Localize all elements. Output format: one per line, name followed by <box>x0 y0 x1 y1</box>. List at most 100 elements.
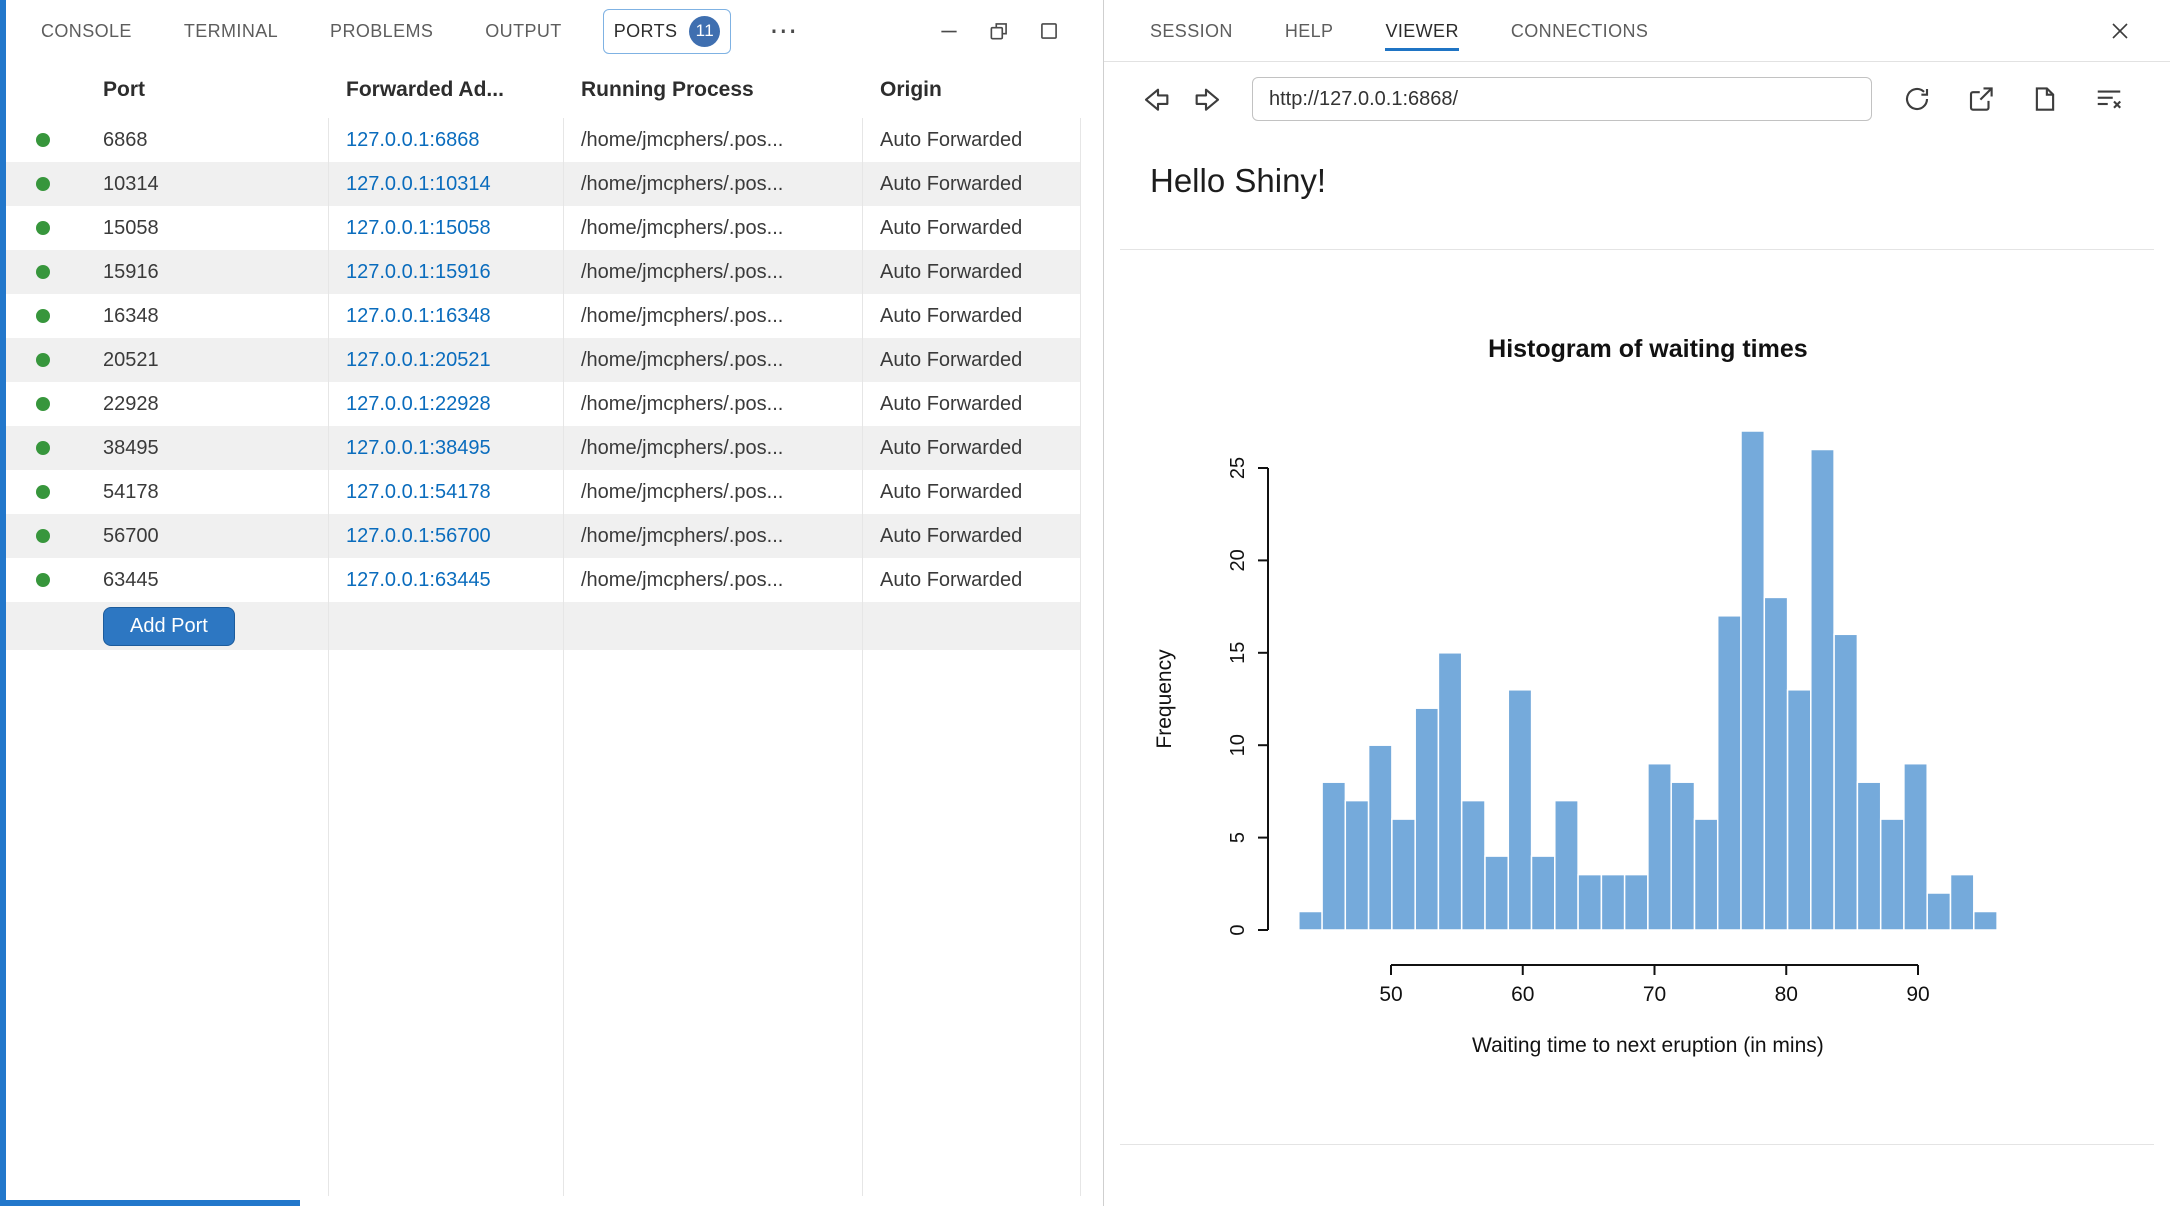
histogram-bar <box>1904 764 1927 930</box>
forwarded-address-link[interactable]: 127.0.0.1:10314 <box>328 173 563 196</box>
maximize-icon <box>1037 19 1061 43</box>
table-row[interactable]: 16348 127.0.0.1:16348 /home/jmcphers/.po… <box>0 294 1080 338</box>
clear-button[interactable] <box>2094 84 2124 114</box>
restore-icon <box>987 19 1011 43</box>
histogram-bar <box>1741 431 1764 930</box>
histogram-bar <box>1788 690 1811 930</box>
forwarded-address-link[interactable]: 127.0.0.1:20521 <box>328 349 563 372</box>
back-button[interactable] <box>1140 83 1172 115</box>
column-divider <box>563 118 564 1196</box>
minimize-button[interactable] <box>937 19 961 43</box>
table-row[interactable]: 63445 127.0.0.1:63445 /home/jmcphers/.po… <box>0 558 1080 602</box>
tab-ports[interactable]: PORTS 11 <box>603 9 732 54</box>
col-header-running-process: Running Process <box>563 78 862 102</box>
running-process-cell: /home/jmcphers/.pos... <box>563 305 862 328</box>
origin-cell: Auto Forwarded <box>862 393 1080 416</box>
running-process-cell: /home/jmcphers/.pos... <box>563 437 862 460</box>
panel-focus-border-left <box>0 0 6 1206</box>
table-row[interactable]: 22928 127.0.0.1:22928 /home/jmcphers/.po… <box>0 382 1080 426</box>
histogram-bar <box>1532 856 1555 930</box>
add-port-button[interactable]: Add Port <box>103 607 235 646</box>
histogram-bar <box>1881 819 1904 930</box>
open-editor-button[interactable] <box>2030 84 2060 114</box>
tab-console[interactable]: CONSOLE <box>30 14 143 49</box>
open-in-editor-icon <box>2030 84 2060 114</box>
y-axis-label: Frequency <box>1153 649 1176 749</box>
tab-help[interactable]: HELP <box>1285 11 1334 51</box>
forwarded-address-link[interactable]: 127.0.0.1:6868 <box>328 129 563 152</box>
table-row[interactable]: 15058 127.0.0.1:15058 /home/jmcphers/.po… <box>0 206 1080 250</box>
ellipsis-icon: ⋯ <box>769 14 797 47</box>
forwarded-address-link[interactable]: 127.0.0.1:15058 <box>328 217 563 240</box>
table-row[interactable]: 20521 127.0.0.1:20521 /home/jmcphers/.po… <box>0 338 1080 382</box>
port-cell: 10314 <box>85 173 328 196</box>
port-cell: 15916 <box>85 261 328 284</box>
table-row[interactable]: 38495 127.0.0.1:38495 /home/jmcphers/.po… <box>0 426 1080 470</box>
forwarded-address-link[interactable]: 127.0.0.1:16348 <box>328 305 563 328</box>
forwarded-address-link[interactable]: 127.0.0.1:15916 <box>328 261 563 284</box>
table-row[interactable]: 6868 127.0.0.1:6868 /home/jmcphers/.pos.… <box>0 118 1080 162</box>
port-active-dot-icon <box>36 177 50 191</box>
maximize-button[interactable] <box>1037 19 1061 43</box>
refresh-button[interactable] <box>1902 84 1932 114</box>
histogram-bar <box>1834 634 1857 930</box>
ports-table-body: 6868 127.0.0.1:6868 /home/jmcphers/.pos.… <box>0 118 1103 602</box>
y-tick-label: 15 <box>1227 642 1249 664</box>
histogram-bar <box>1811 450 1834 931</box>
forwarded-address-link[interactable]: 127.0.0.1:22928 <box>328 393 563 416</box>
forwarded-address-link[interactable]: 127.0.0.1:63445 <box>328 569 563 592</box>
tab-connections[interactable]: CONNECTIONS <box>1511 11 1648 51</box>
y-tick-label: 10 <box>1227 734 1249 756</box>
tab-ports-label: PORTS <box>614 21 678 42</box>
tab-problems[interactable]: PROBLEMS <box>319 14 444 49</box>
url-input[interactable] <box>1252 77 1872 121</box>
origin-cell: Auto Forwarded <box>862 569 1080 592</box>
forwarded-address-link[interactable]: 127.0.0.1:56700 <box>328 525 563 548</box>
close-panel-button[interactable] <box>2108 19 2132 43</box>
histogram-bar <box>1764 597 1787 930</box>
running-process-cell: /home/jmcphers/.pos... <box>563 569 862 592</box>
minimize-icon <box>937 19 961 43</box>
table-row[interactable]: 15916 127.0.0.1:15916 /home/jmcphers/.po… <box>0 250 1080 294</box>
port-cell: 20521 <box>85 349 328 372</box>
tab-terminal[interactable]: TERMINAL <box>173 14 289 49</box>
port-cell: 56700 <box>85 525 328 548</box>
histogram-bar <box>1322 782 1345 930</box>
port-cell: 54178 <box>85 481 328 504</box>
ports-panel: CONSOLE TERMINAL PROBLEMS OUTPUT PORTS 1… <box>0 0 1103 1206</box>
more-actions-button[interactable]: ⋯ <box>761 17 805 45</box>
running-process-cell: /home/jmcphers/.pos... <box>563 525 862 548</box>
histogram-bar <box>1648 764 1671 930</box>
table-row[interactable]: 54178 127.0.0.1:54178 /home/jmcphers/.po… <box>0 470 1080 514</box>
forwarded-address-link[interactable]: 127.0.0.1:54178 <box>328 481 563 504</box>
histogram-bar <box>1555 801 1578 930</box>
table-row[interactable]: 10314 127.0.0.1:10314 /home/jmcphers/.po… <box>0 162 1080 206</box>
panel-focus-border-bottom <box>0 1200 300 1206</box>
port-active-dot-icon <box>36 221 50 235</box>
column-divider <box>1080 118 1081 1196</box>
open-external-button[interactable] <box>1966 84 1996 114</box>
forward-button[interactable] <box>1192 83 1224 115</box>
col-header-port: Port <box>85 78 328 102</box>
histogram-bar <box>1578 875 1601 930</box>
histogram-bar <box>1508 690 1531 930</box>
restore-button[interactable] <box>987 19 1011 43</box>
table-row[interactable]: 56700 127.0.0.1:56700 /home/jmcphers/.po… <box>0 514 1080 558</box>
port-active-dot-icon <box>36 353 50 367</box>
tab-viewer[interactable]: VIEWER <box>1385 11 1458 51</box>
window-controls <box>937 19 1103 43</box>
ports-count-badge: 11 <box>689 16 720 47</box>
tab-output[interactable]: OUTPUT <box>474 14 572 49</box>
histogram-bar <box>1695 819 1718 930</box>
port-active-dot-icon <box>36 309 50 323</box>
left-panel-tabbar: CONSOLE TERMINAL PROBLEMS OUTPUT PORTS 1… <box>0 0 1103 62</box>
clear-icon <box>2094 84 2124 114</box>
tab-session[interactable]: SESSION <box>1150 11 1233 51</box>
column-divider <box>862 118 863 1196</box>
port-cell: 38495 <box>85 437 328 460</box>
histogram-bar <box>1392 819 1415 930</box>
running-process-cell: /home/jmcphers/.pos... <box>563 129 862 152</box>
running-process-cell: /home/jmcphers/.pos... <box>563 261 862 284</box>
port-cell: 15058 <box>85 217 328 240</box>
forwarded-address-link[interactable]: 127.0.0.1:38495 <box>328 437 563 460</box>
